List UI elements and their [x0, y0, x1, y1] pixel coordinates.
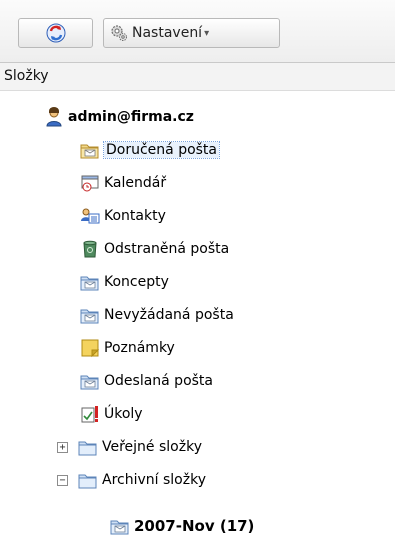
archive-sub-label: 2007-Nov (17)	[134, 517, 255, 535]
archive-label: Archivní složky	[102, 472, 206, 488]
public-label: Veřejné složky	[102, 439, 202, 455]
tree-item-sent[interactable]: Odeslaná pošta	[80, 368, 213, 394]
tasks-label: Úkoly	[104, 406, 143, 422]
tree-item-public[interactable]: + Veřejné složky	[57, 434, 202, 460]
chevron-down-icon: ▾	[204, 27, 210, 39]
contacts-label: Kontakty	[104, 208, 166, 224]
trash-icon	[83, 240, 97, 258]
tree-item-calendar[interactable]: Kalendář	[80, 170, 166, 196]
deleted-label: Odstraněná pošta	[104, 241, 230, 257]
archive-month-folder-icon	[110, 516, 130, 536]
gear-icon	[111, 25, 127, 41]
tree-item-notes[interactable]: Poznámky	[80, 335, 175, 361]
refresh-button[interactable]	[18, 18, 93, 48]
account-label: admin@firma.cz	[68, 109, 194, 125]
tree-item-archive-2007-nov[interactable]: 2007-Nov (17)	[110, 513, 254, 539]
tree-item-drafts[interactable]: Koncepty	[80, 269, 169, 295]
inbox-folder-icon	[80, 140, 100, 160]
tree-item-junk[interactable]: Nevyžádaná pošta	[80, 302, 234, 328]
contacts-icon	[81, 208, 100, 224]
settings-label: Nastavení	[132, 25, 203, 41]
tree-item-archive[interactable]: − Archivní složky	[57, 467, 206, 493]
tree-item-contacts[interactable]: Kontakty	[80, 203, 166, 229]
drafts-label: Koncepty	[104, 274, 169, 290]
tree-account[interactable]: admin@firma.cz	[44, 104, 194, 130]
folders-header: Složky	[0, 63, 395, 91]
settings-button[interactable]: Nastavení ▾	[103, 18, 280, 48]
calendar-icon	[81, 175, 99, 192]
refresh-icon	[46, 23, 65, 43]
notes-label: Poznámky	[104, 340, 175, 356]
public-folder-icon	[78, 437, 98, 457]
sent-folder-icon	[80, 371, 100, 391]
tasks-icon	[81, 406, 98, 423]
junk-folder-icon	[80, 305, 100, 325]
tree-item-tasks[interactable]: Úkoly	[80, 401, 143, 427]
collapse-icon[interactable]: −	[57, 474, 68, 486]
archive-folder-icon	[78, 470, 98, 490]
expand-icon[interactable]: +	[57, 441, 68, 453]
toolbar: Nastavení ▾	[0, 0, 395, 63]
sent-label: Odeslaná pošta	[104, 373, 213, 389]
junk-label: Nevyžádaná pošta	[104, 307, 234, 323]
drafts-folder-icon	[80, 272, 100, 292]
calendar-label: Kalendář	[104, 175, 167, 191]
tree-item-inbox[interactable]: Doručená pošta	[80, 137, 221, 163]
user-icon	[46, 107, 62, 127]
inbox-label: Doručená pošta	[102, 141, 221, 159]
tree-item-deleted[interactable]: Odstraněná pošta	[80, 236, 229, 262]
notes-icon	[81, 339, 100, 358]
